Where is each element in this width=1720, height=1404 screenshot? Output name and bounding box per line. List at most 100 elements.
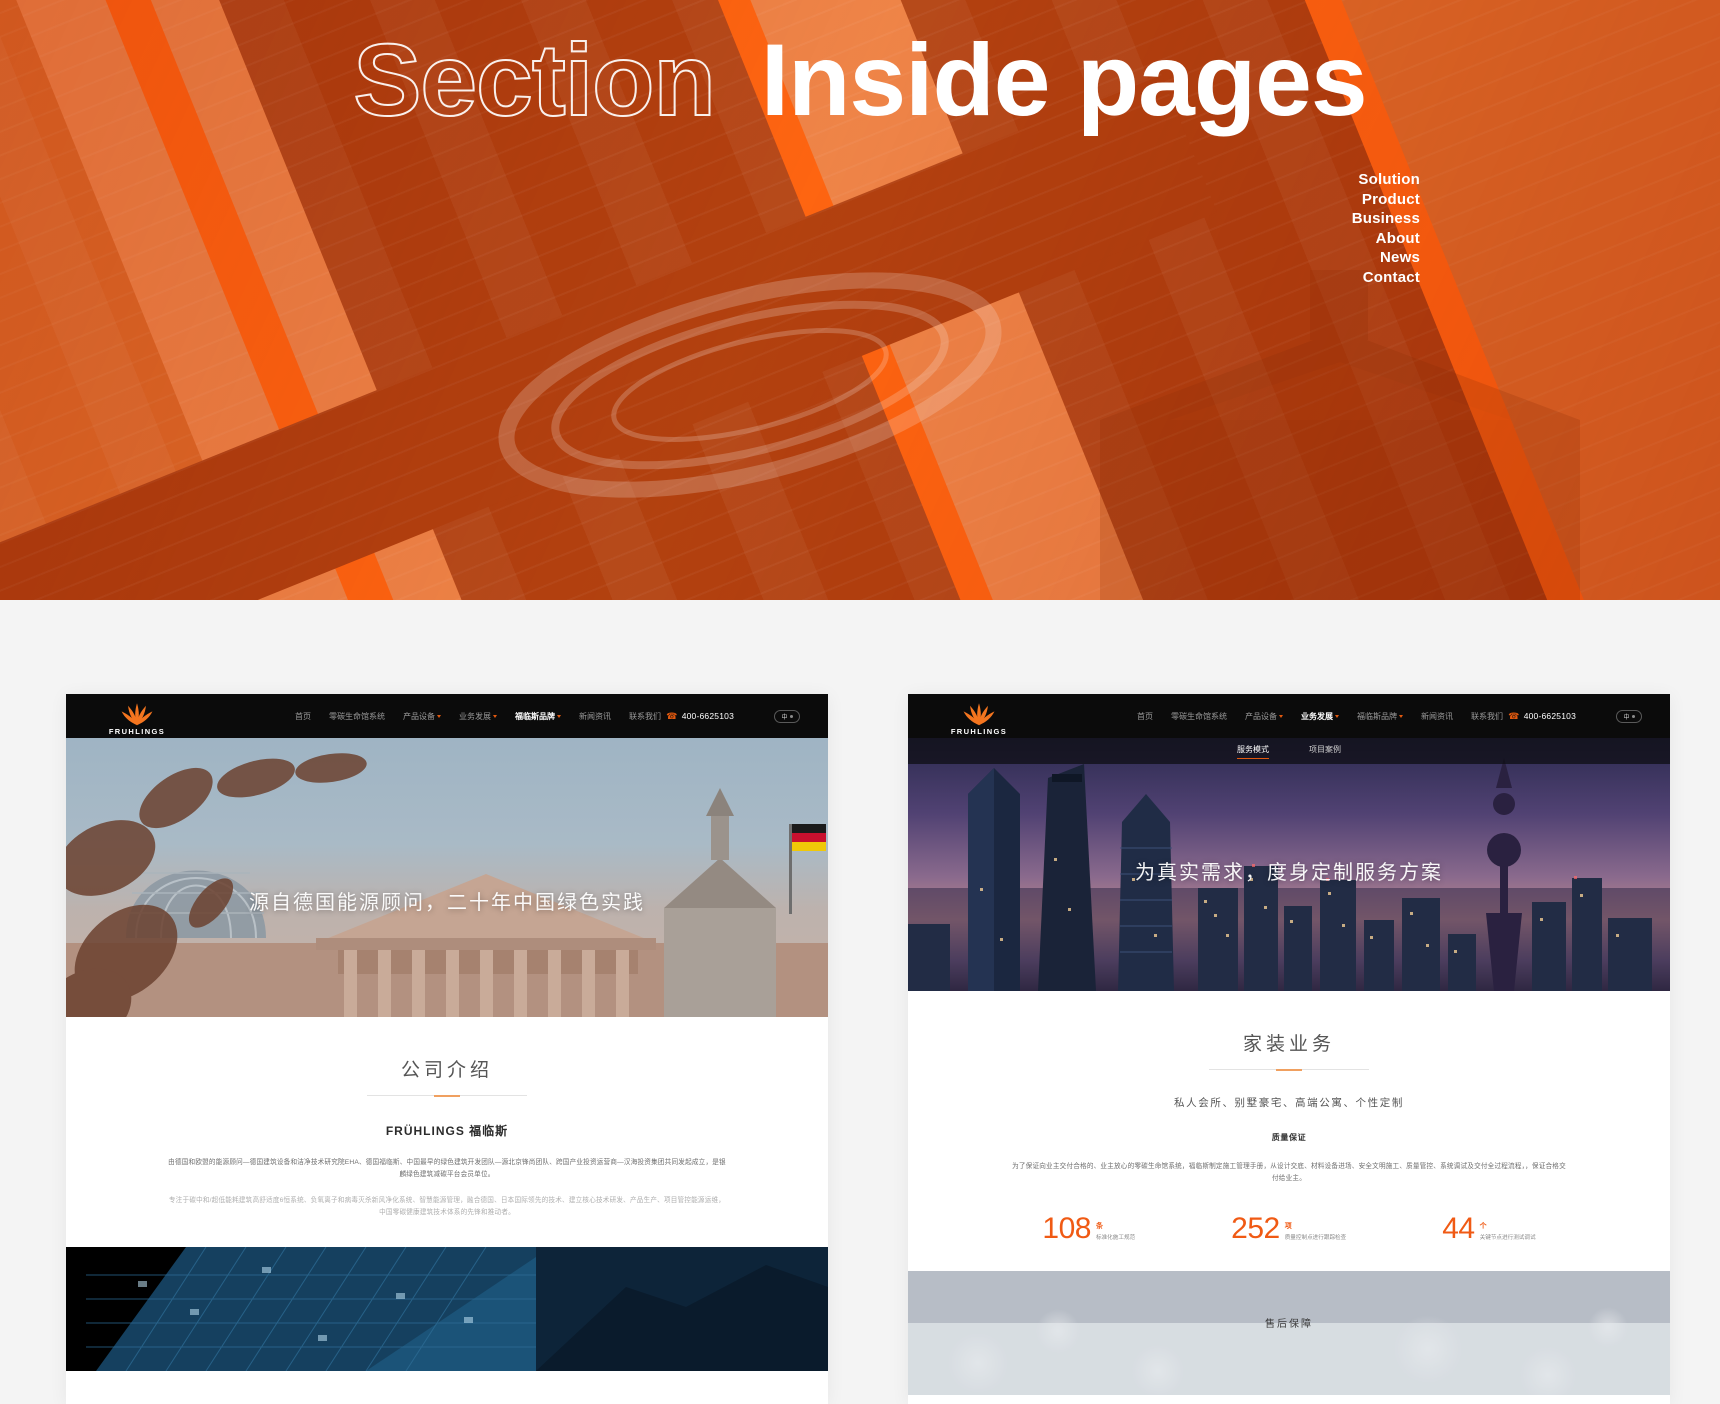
site-header-right: FRUHLINGS 首页 零碳生命馆系统 产品设备 业务发展 福临斯品牌 新闻资… [908,694,1670,738]
nav-label: 首页 [295,711,311,721]
site-nav-left[interactable]: 首页 零碳生命馆系统 产品设备 业务发展 福临斯品牌 新闻资讯 联系我们 [295,711,661,722]
mockup-right: FRUHLINGS 首页 零碳生命馆系统 产品设备 业务发展 福临斯品牌 新闻资… [908,694,1670,1404]
hero-nav-item-product[interactable]: Product [1352,190,1420,210]
site-logo-right[interactable]: FRUHLINGS [944,700,1014,736]
company-paragraph-1: 由德国和欧盟的能源顾问—德国建筑设备和洁净技术研究院EHA、德国福临斯、中国最早… [168,1159,726,1178]
flower-logo-icon [963,703,995,726]
architecture-image-left [66,1247,828,1371]
section-title-company: 公司介绍 [400,1060,493,1081]
hero-nav-item-about[interactable]: About [1352,229,1420,249]
hero-nav[interactable]: Solution Product Business About News Con… [1352,170,1420,288]
hero-nav-item-news[interactable]: News [1352,248,1420,268]
after-sales-caption: 售后保障 [1265,1319,1313,1331]
nav-item-contact[interactable]: 联系我们 [1471,711,1503,722]
company-intro-section: 公司介绍 FRÜHLINGS 福临斯 由德国和欧盟的能源顾问—德国建筑设备和洁净… [66,1017,828,1219]
nav-label: 业务发展 [1301,711,1333,721]
nav-label: 零碳生命馆系统 [1171,711,1227,721]
chevron-down-icon [1279,714,1283,718]
language-label: 中 [781,714,788,721]
mockup-left: FRUHLINGS 首页 零碳生命馆系统 产品设备 业务发展 福临斯品牌 新闻资… [66,694,828,1404]
stat-label: 关键节点进行测试调试 [1479,1235,1536,1242]
mockup-stage: FRUHLINGS 首页 零碳生命馆系统 产品设备 业务发展 福临斯品牌 新闻资… [0,600,1720,1404]
nav-item-products[interactable]: 产品设备 [1245,711,1283,722]
hero-nav-item-business[interactable]: Business [1352,209,1420,229]
nav-item-business[interactable]: 业务发展 [1301,711,1339,722]
home-business-section: 家装业务 私人会所、别墅豪宅、高端公寓、个性定制 质量保证 为了保证向业主交付合… [908,991,1670,1245]
phone-number: 400-6625103 [681,711,734,721]
stats-row: 108 条 标准化施工规范 252 项 质量控制点进行跟踪检查 44 个 关键节… [968,1212,1610,1245]
glass-facade-illustration [66,1247,828,1371]
nav-item-business[interactable]: 业务发展 [459,711,497,722]
stat-number: 44 [1442,1212,1475,1245]
sub-nav-item-project-cases[interactable]: 项目案例 [1309,744,1341,758]
nav-item-news[interactable]: 新闻资讯 [1421,711,1453,722]
stat-meta: 个 关键节点进行测试调试 [1480,1221,1536,1243]
section-divider [1209,1069,1369,1070]
stat-number: 108 [1042,1212,1091,1245]
phone-icon: ☎ [1508,710,1520,721]
page-title-solid: Inside pages [760,23,1368,137]
nav-label: 业务发展 [459,711,491,721]
banner-caption-left: 源自德国能源顾问，二十年中国绿色实践 [249,892,645,914]
logo-wordmark: FRUHLINGS [950,727,1008,736]
language-label: 中 [1623,714,1630,721]
phone-number: 400-6625103 [1523,711,1576,721]
page-title: Section Inside pages [0,22,1720,139]
hero-banner-left: 源自德国能源顾问，二十年中国绿色实践 [66,738,828,1017]
hero-nav-item-contact[interactable]: Contact [1352,268,1420,288]
chevron-down-icon [557,714,561,718]
chevron-down-icon [1335,714,1339,718]
nav-label: 产品设备 [1245,711,1277,721]
site-nav-right[interactable]: 首页 零碳生命馆系统 产品设备 业务发展 福临斯品牌 新闻资讯 联系我们 [1137,711,1503,722]
site-header-left: FRUHLINGS 首页 零碳生命馆系统 产品设备 业务发展 福临斯品牌 新闻资… [66,694,828,738]
stat-meta: 项 质量控制点进行跟踪检查 [1285,1221,1347,1243]
chevron-down-icon [1399,714,1403,718]
stat-item: 108 条 标准化施工规范 [1042,1212,1135,1245]
chevron-down-icon [493,714,497,718]
header-phone-right[interactable]: ☎ 400-6625103 [1508,711,1576,722]
language-switcher-left[interactable]: 中 [774,709,800,723]
nav-item-products[interactable]: 产品设备 [403,711,441,722]
blurred-bokeh-illustration [908,1271,1670,1396]
nav-label: 新闻资讯 [1421,711,1453,721]
language-switcher-right[interactable]: 中 [1616,709,1642,723]
stat-meta: 条 标准化施工规范 [1096,1221,1135,1243]
nav-item-zero-carbon[interactable]: 零碳生命馆系统 [1171,711,1227,722]
section-divider [367,1095,527,1096]
stat-item: 252 项 质量控制点进行跟踪检查 [1231,1212,1347,1245]
business-lead-text: 私人会所、别墅豪宅、高端公寓、个性定制 [1174,1097,1404,1109]
company-paragraph-2: 专注于碳中和/超低能耗建筑高舒适度6恒系统、负氧离子和病毒灭杀新风净化系统、智慧… [168,1197,726,1216]
flower-logo-icon [121,703,153,726]
stat-number: 252 [1231,1212,1280,1245]
banner-caption-right: 为真实需求，度身定制服务方案 [1135,862,1443,884]
section-title-home-business: 家装业务 [1242,1034,1335,1055]
sub-nav-item-service-model[interactable]: 服务模式 [1237,744,1269,759]
nav-item-contact[interactable]: 联系我们 [629,711,661,722]
nav-label: 联系我们 [1471,711,1503,721]
hero-nav-item-solution[interactable]: Solution [1352,170,1420,190]
company-name: FRÜHLINGS 福临斯 [385,1124,509,1138]
nav-item-zero-carbon[interactable]: 零碳生命馆系统 [329,711,385,722]
sub-nav-right[interactable]: 服务模式 项目案例 [908,738,1670,764]
phone-icon: ☎ [666,710,678,721]
after-sales-image: 售后保障 [908,1271,1670,1396]
nav-item-brand[interactable]: 福临斯品牌 [1357,711,1403,722]
logo-wordmark: FRUHLINGS [108,727,166,736]
quality-paragraph: 为了保证向业主交付合格的、业主放心的零碳生命馆系统，福临斯制定施工管理手册，从设… [1012,1163,1566,1182]
stat-label: 质量控制点进行跟踪检查 [1284,1235,1347,1242]
stat-unit: 条 [1095,1223,1103,1231]
toggle-dot-icon [1631,714,1635,718]
nav-label: 新闻资讯 [579,711,611,721]
hero-banner: Section Inside pages Solution Product Bus… [0,0,1720,600]
nav-item-home[interactable]: 首页 [1137,711,1153,722]
header-phone-left[interactable]: ☎ 400-6625103 [666,711,734,722]
hero-banner-right: 服务模式 项目案例 为真实需求，度身定制服务方案 [908,738,1670,991]
nav-label: 首页 [1137,711,1153,721]
stat-unit: 个 [1479,1223,1487,1231]
stat-label: 标准化施工规范 [1095,1235,1136,1242]
nav-item-brand[interactable]: 福临斯品牌 [515,711,561,722]
nav-item-home[interactable]: 首页 [295,711,311,722]
site-logo-left[interactable]: FRUHLINGS [102,700,172,736]
nav-item-news[interactable]: 新闻资讯 [579,711,611,722]
reichstag-illustration [66,753,828,1017]
